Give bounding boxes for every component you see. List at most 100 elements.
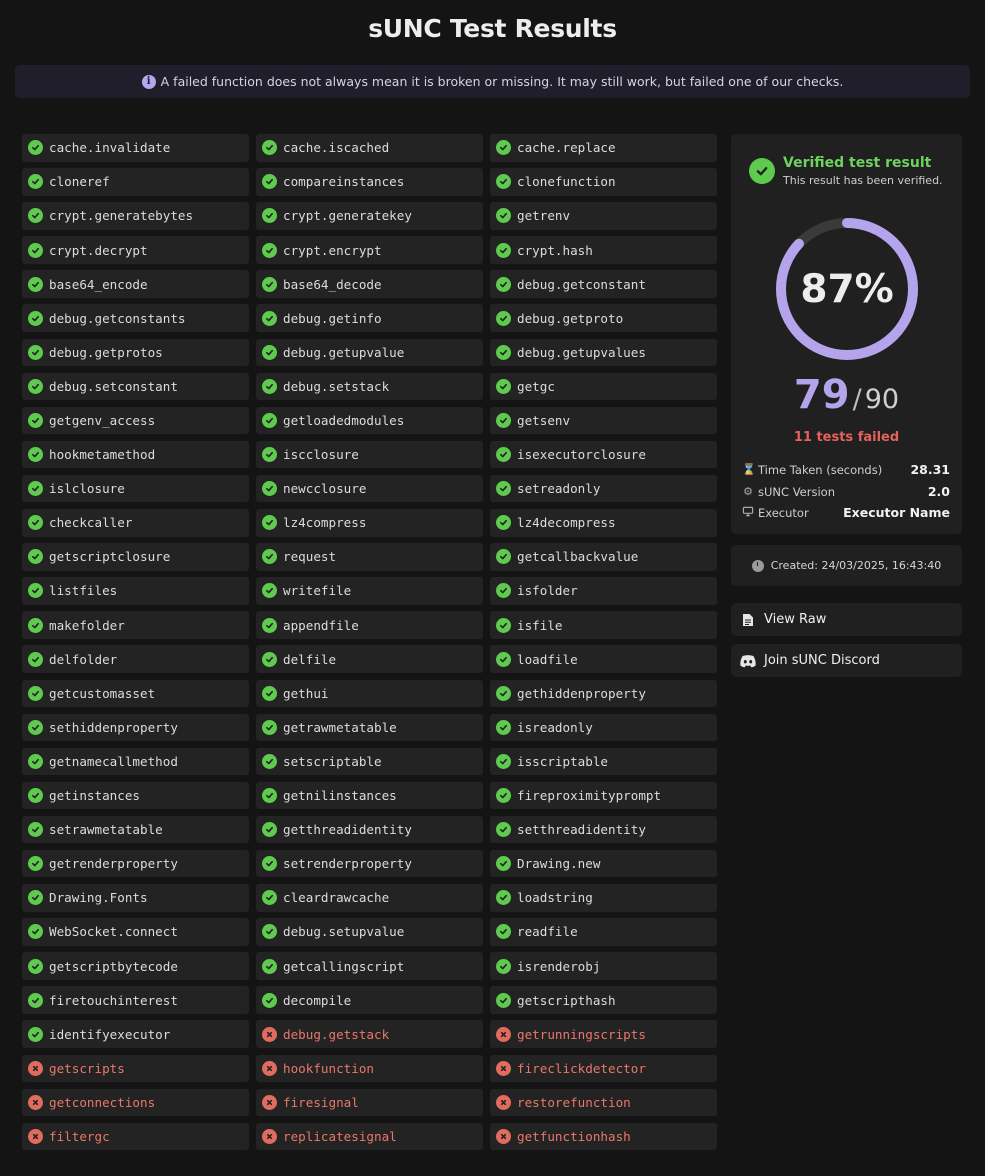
pass-check-icon	[28, 924, 43, 940]
fail-x-icon	[496, 1094, 511, 1110]
test-name: getrunningscripts	[517, 1026, 646, 1042]
total-count: 90	[864, 384, 900, 415]
fail-x-icon	[28, 1094, 43, 1110]
test-name: crypt.generatekey	[283, 208, 412, 224]
test-name: debug.setstack	[283, 378, 390, 394]
test-name: firesignal	[283, 1094, 359, 1110]
test-name: debug.getproto	[517, 310, 624, 326]
test-item: isfile	[490, 611, 717, 639]
stat-executor: Executor Executor Name	[742, 505, 950, 520]
test-item: cache.iscached	[256, 134, 483, 162]
test-item: crypt.hash	[490, 236, 717, 264]
join-discord-button[interactable]: Join sUNC Discord	[731, 644, 962, 677]
view-raw-button[interactable]: View Raw	[731, 603, 962, 636]
monitor-icon	[742, 506, 754, 520]
test-item: cloneref	[22, 168, 249, 196]
fail-x-icon	[496, 1026, 511, 1042]
test-name: debug.getprotos	[49, 344, 163, 360]
test-item: getcallingscript	[256, 952, 483, 980]
passed-count: 79	[793, 372, 850, 418]
pass-check-icon	[28, 753, 43, 769]
test-item: debug.setstack	[256, 372, 483, 401]
pass-check-icon	[262, 515, 277, 531]
pass-check-icon	[262, 344, 277, 360]
test-name: Drawing.new	[517, 856, 601, 872]
test-item: base64_encode	[22, 270, 249, 298]
pass-check-icon	[496, 344, 511, 360]
test-name: cloneref	[49, 174, 110, 190]
test-name: crypt.encrypt	[283, 242, 382, 258]
test-item: restorefunction	[490, 1088, 717, 1117]
test-name: setrenderproperty	[283, 856, 412, 872]
test-name: listfiles	[49, 583, 118, 599]
clock-icon	[751, 559, 764, 572]
pass-check-icon	[28, 344, 43, 360]
test-name: islclosure	[49, 481, 125, 497]
test-item: getthreadidentity	[256, 815, 483, 844]
test-item: lz4decompress	[490, 509, 717, 537]
test-name: isfile	[517, 617, 563, 633]
test-item: setthreadidentity	[490, 815, 717, 844]
test-name: crypt.generatebytes	[49, 208, 194, 224]
pass-check-icon	[28, 890, 43, 906]
test-name: delfile	[283, 651, 337, 667]
pass-check-icon	[28, 447, 43, 463]
pass-check-icon	[262, 788, 277, 804]
pass-check-icon	[262, 242, 277, 258]
test-name: appendfile	[283, 617, 359, 633]
pass-check-icon	[262, 651, 277, 667]
test-name: getconnections	[49, 1094, 156, 1110]
test-name: debug.getupvalues	[517, 344, 646, 360]
test-item: isscriptable	[490, 747, 717, 776]
notice-text: A failed function does not always mean i…	[160, 74, 844, 89]
failed-count: 11 tests failed	[793, 430, 900, 445]
test-name: isexecutorclosure	[517, 447, 646, 463]
pass-check-icon	[28, 822, 43, 838]
pass-check-icon	[496, 890, 511, 906]
test-item: writefile	[256, 577, 483, 605]
discord-icon	[739, 654, 757, 668]
test-item: cache.replace	[490, 134, 717, 162]
test-name: firetouchinterest	[49, 992, 178, 1008]
test-name: iscclosure	[283, 447, 359, 463]
test-name: getcallbackvalue	[517, 549, 639, 565]
fail-x-icon	[262, 1094, 277, 1110]
test-item: delfolder	[22, 645, 249, 673]
pass-check-icon	[496, 992, 511, 1008]
test-name: hookfunction	[283, 1060, 374, 1076]
pass-check-icon	[262, 753, 277, 769]
test-item: getrunningscripts	[490, 1020, 717, 1048]
test-item: getscriptbytecode	[22, 952, 249, 980]
pass-check-icon	[262, 958, 277, 974]
pass-check-icon	[262, 924, 277, 940]
test-item: replicatesignal	[256, 1122, 483, 1151]
score-separator: /	[852, 384, 862, 415]
test-item: clonefunction	[490, 168, 717, 196]
gear-icon: ⚙	[743, 485, 753, 498]
test-item: Drawing.new	[490, 849, 717, 878]
test-name: getscripts	[49, 1060, 125, 1076]
stat-sunc-version: ⚙ sUNC Version 2.0	[742, 484, 950, 499]
test-item: filtergc	[22, 1122, 249, 1151]
pass-check-icon	[496, 958, 511, 974]
pass-check-icon	[262, 276, 277, 292]
fail-x-icon	[262, 1128, 277, 1144]
test-name: identifyexecutor	[49, 1026, 171, 1042]
test-item: base64_decode	[256, 270, 483, 298]
test-item: crypt.generatebytes	[22, 202, 249, 230]
test-item: getgc	[490, 372, 717, 401]
test-item: checkcaller	[22, 509, 249, 537]
fail-x-icon	[496, 1060, 511, 1076]
test-name: getrenv	[517, 208, 571, 224]
test-item: crypt.encrypt	[256, 236, 483, 264]
pass-check-icon	[28, 515, 43, 531]
test-name: getscripthash	[517, 992, 616, 1008]
test-name: loadfile	[517, 651, 578, 667]
pass-check-icon	[28, 651, 43, 667]
stat-label: sUNC Version	[758, 484, 835, 499]
test-name: request	[283, 549, 337, 565]
pass-check-icon	[496, 310, 511, 326]
test-item: identifyexecutor	[22, 1020, 249, 1048]
pass-check-icon	[496, 447, 511, 463]
pass-check-icon	[262, 890, 277, 906]
